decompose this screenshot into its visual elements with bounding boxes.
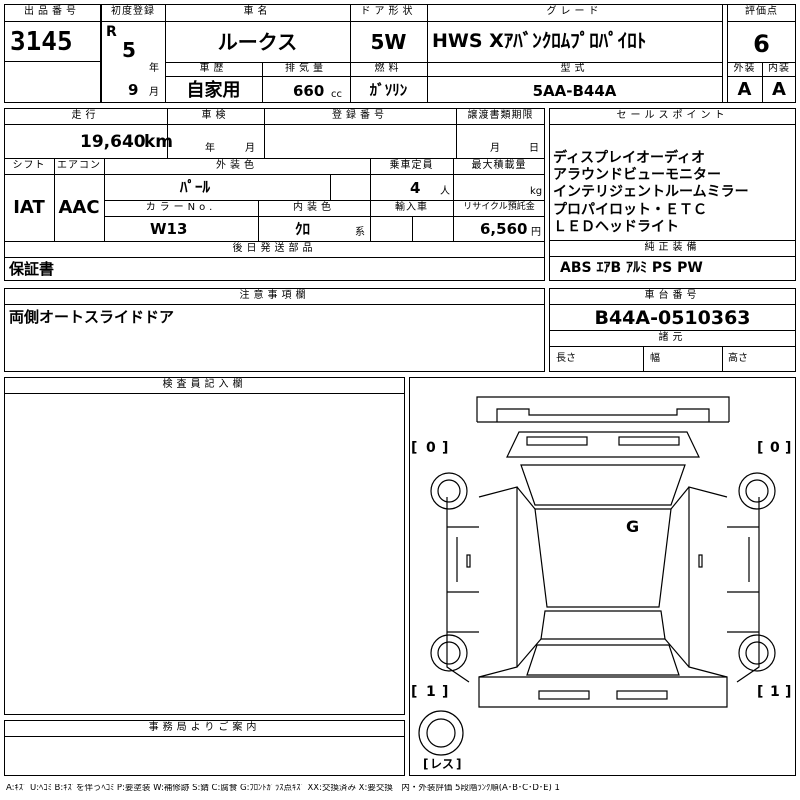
capacity-unit: 人: [440, 186, 450, 197]
displacement-label: 排気量: [285, 63, 327, 74]
tire-rear-right: 1: [770, 684, 780, 700]
tire-front-left: 0: [426, 440, 436, 456]
interior-color: ｸﾛ: [295, 220, 311, 238]
notes-label: 注意事項欄: [239, 290, 310, 301]
later-parts-label: 後日発送部品: [232, 243, 317, 254]
ac-label: エアコン: [57, 160, 101, 171]
ext-grade: A: [737, 79, 752, 100]
history-label: 車歴: [199, 63, 228, 74]
recycle-fee: 6,560: [480, 220, 528, 238]
mileage-label: 走行: [71, 110, 100, 121]
fuel-label: 燃料: [374, 63, 403, 74]
capacity-label: 乗車定員: [389, 160, 434, 171]
chassis-label: 車台番号: [644, 290, 701, 301]
shift-label: シフト: [12, 160, 46, 171]
chassis-number: B44A-0510363: [594, 307, 751, 329]
sales-point: ＬＥＤヘッドライト: [553, 219, 679, 235]
mileage: 19,640: [80, 132, 146, 152]
int-color-label: 内装色: [293, 202, 335, 213]
tire-front-left-bracket: [: [411, 440, 418, 456]
office-label: 事務局よりご案内: [148, 722, 261, 733]
tire-front-right-bracket-close: ]: [785, 440, 792, 456]
recycle-unit: 円: [531, 227, 541, 238]
sales-points-label: セールスポイント: [616, 110, 729, 121]
notes-text: 両側オートスライドドア: [9, 308, 175, 326]
legend: A:ｷｽﾞ U:ﾍｺﾐ B:ｷｽﾞを伴うﾍｺﾐ P:要塗装 W:補修跡 S:錆 …: [6, 784, 560, 793]
equipment-label: 純正装備: [644, 242, 701, 253]
car-name: ルークス: [217, 30, 298, 54]
displacement: 660: [293, 82, 325, 100]
door-label: ドア形状: [360, 6, 417, 17]
tire-front-left-bracket-close: ]: [442, 440, 449, 456]
year-unit: 年: [149, 63, 159, 74]
era-mark: R: [106, 24, 117, 40]
reg-number-label: 登録番号: [332, 110, 388, 121]
later-parts: 保証書: [9, 260, 55, 278]
mileage-unit: km: [144, 132, 174, 152]
import-label: 輸入車: [395, 202, 428, 213]
color-number: W13: [150, 220, 188, 238]
history: 自家用: [186, 80, 241, 101]
inspector-box: [4, 377, 405, 715]
grade: HWS Xｱﾊﾞﾝｸﾛﾑﾌﾟﾛﾊﾟｲﾛﾄ: [432, 30, 647, 52]
spare-bracket: [: [423, 757, 429, 771]
tire-rear-left-bracket-close: ]: [442, 684, 449, 700]
tire-front-right: 0: [770, 440, 780, 456]
door-type: 5W: [370, 30, 407, 54]
tire-front-right-bracket: [: [757, 440, 764, 456]
int-grade: A: [772, 79, 786, 100]
interior-color-suffix: 系: [355, 227, 365, 238]
inspection-label: 車検: [201, 110, 230, 121]
ac: AAC: [58, 197, 100, 218]
inspector-label: 検査員記入欄: [162, 379, 247, 390]
sales-point: インテリジェントルームミラー: [553, 184, 749, 200]
car-name-label: 車名: [243, 6, 272, 17]
transfer-day-unit: 日: [529, 143, 539, 154]
spare-bracket-close: ]: [456, 757, 462, 771]
capacity: 4: [410, 179, 421, 197]
fuel: ｶﾞｿﾘﾝ: [369, 81, 408, 99]
tire-rear-left: 1: [426, 684, 436, 700]
displacement-unit: cc: [331, 89, 342, 100]
model: 5AA-B44A: [532, 82, 617, 100]
sales-point: アラウンドビューモニター: [553, 167, 721, 183]
tire-rear-right-bracket: [: [757, 684, 764, 700]
inspection-month-unit: 月: [245, 143, 255, 154]
color-no-label: カラーNo.: [145, 202, 217, 213]
roof-damage-mark: G: [626, 517, 640, 536]
sales-point: ディスプレイオーディオ: [553, 150, 706, 166]
score: 6: [753, 30, 770, 58]
width-label: 幅: [650, 353, 660, 364]
load-label: 最大積載量: [471, 160, 527, 171]
lot-number: 3145: [10, 27, 73, 57]
shift: IAT: [13, 197, 45, 218]
lot-label: 出品番号: [24, 6, 80, 17]
ext-label: 外装: [733, 63, 756, 74]
load-unit: kg: [530, 186, 543, 197]
car-diagram: [418, 396, 776, 756]
exterior-color: ﾊﾟｰﾙ: [180, 178, 211, 196]
score-label: 評価点: [745, 6, 778, 17]
length-label: 長さ: [556, 353, 576, 364]
int-label: 内装: [768, 63, 790, 74]
recycle-label: リサイクル預託金: [463, 202, 535, 212]
color-label: 外装色: [216, 160, 258, 171]
spare-tire-status: レス: [430, 757, 455, 771]
tire-rear-left-bracket: [: [411, 684, 418, 700]
spec-label: 諸元: [658, 332, 687, 343]
month-unit: 月: [149, 87, 159, 98]
reg-year: 5: [122, 38, 136, 62]
model-label: 型式: [560, 63, 589, 74]
sales-point: プロパイロット・ＥＴＣ: [553, 202, 707, 218]
grade-label: グレード: [546, 6, 603, 17]
inspection-year-unit: 年: [205, 143, 215, 154]
reg-month: 9: [128, 81, 139, 99]
first-reg-label: 初度登録: [111, 6, 155, 17]
transfer-month-unit: 月: [490, 143, 500, 154]
tire-rear-right-bracket-close: ]: [785, 684, 792, 700]
equipment: ABS ｴｱB ｱﾙﾐ PS PW: [560, 260, 703, 276]
height-label: 高さ: [728, 353, 748, 364]
transfer-label: 譲渡書類期限: [467, 110, 534, 121]
